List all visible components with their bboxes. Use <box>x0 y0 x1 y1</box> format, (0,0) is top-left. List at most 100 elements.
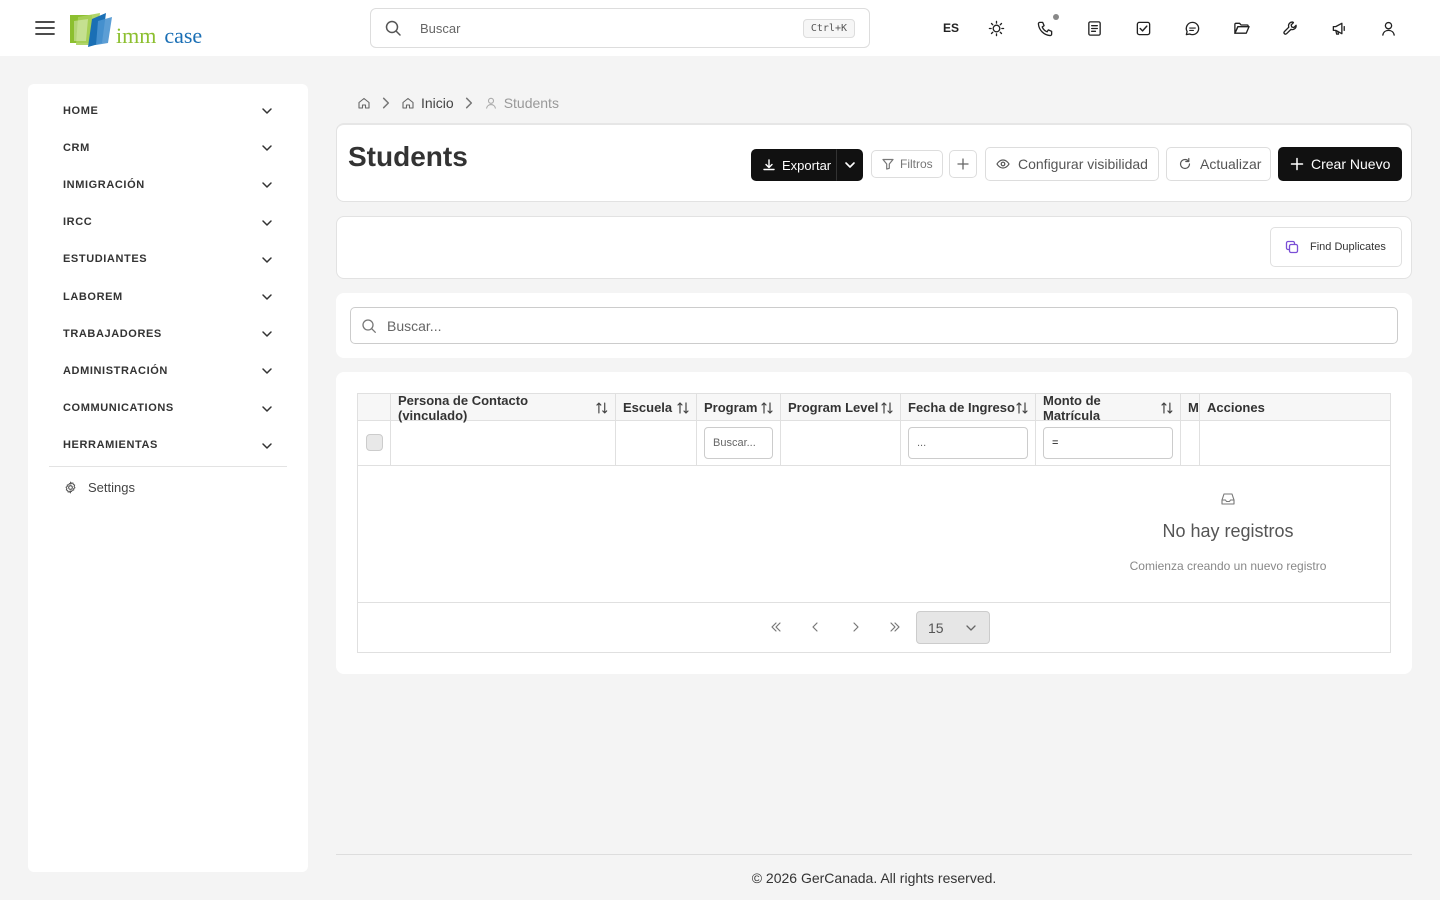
chevron-down-icon <box>844 162 855 168</box>
logo-text: imm case <box>116 23 203 48</box>
home-icon <box>402 97 414 109</box>
sidebar-item-label: LABOREM <box>63 290 123 303</box>
sidebar-item-trabajadores[interactable]: TRABAJADORES <box>28 315 308 352</box>
fecha-filter-input[interactable] <box>908 427 1028 459</box>
previous-page-button[interactable] <box>805 617 825 637</box>
phone-icon <box>1037 21 1053 36</box>
export-dropdown-button[interactable] <box>836 149 863 181</box>
tools-button[interactable] <box>1266 14 1315 42</box>
empty-state-title: No hay registros <box>1162 521 1294 541</box>
chevron-down-icon <box>262 294 272 300</box>
monto-filter-input[interactable] <box>1043 427 1173 459</box>
language-selector[interactable]: ES <box>930 21 972 35</box>
user-icon <box>1382 21 1395 36</box>
search-icon <box>385 20 401 36</box>
search-shortcut-badge: Ctrl+K <box>802 18 855 38</box>
sidebar-item-label: IRCC <box>63 216 93 229</box>
chevron-right-icon <box>853 622 859 632</box>
home-icon[interactable] <box>357 96 371 110</box>
select-all-checkbox[interactable] <box>366 434 383 451</box>
column-header-monto-matricula[interactable]: Monto de Matrícula <box>1036 393 1181 423</box>
filter-cell <box>616 421 697 466</box>
column-header-fecha-ingreso[interactable]: Fecha de Ingreso <box>901 394 1036 421</box>
column-label: Persona de Contacto (vinculado) <box>398 392 529 423</box>
sidebar-item-label: CRM <box>63 141 90 154</box>
sidebar-item-herramientas[interactable]: HERRAMIENTAS <box>28 427 308 464</box>
folder-button[interactable] <box>1217 14 1266 42</box>
page-header: Students Exportar Filtros Configurar vis… <box>336 123 1412 202</box>
export-button[interactable]: Exportar <box>751 149 837 181</box>
first-page-button[interactable] <box>766 617 786 637</box>
copyright-text: © 2026 GerCanada. All rights reserved. <box>751 870 997 886</box>
filter-icon <box>882 158 894 170</box>
global-search-input[interactable] <box>420 20 803 36</box>
filters-button[interactable]: Filtros <box>871 150 943 178</box>
global-search[interactable]: Ctrl+K <box>370 8 870 48</box>
menu-icon[interactable] <box>34 17 56 39</box>
table-header: Persona de Contacto (vinculado) Escuela … <box>358 392 1392 423</box>
sort-icon[interactable] <box>1160 401 1174 415</box>
refresh-button[interactable]: Actualizar <box>1166 147 1271 181</box>
sidebar-item-administracion[interactable]: ADMINISTRACIÓN <box>28 352 308 389</box>
add-filter-button[interactable] <box>949 150 977 178</box>
column-header-contacto[interactable]: Persona de Contacto (vinculado) <box>391 392 616 423</box>
chevron-right-icon <box>382 97 390 109</box>
sidebar-item-communications[interactable]: COMMUNICATIONS <box>28 390 308 427</box>
sort-icon[interactable] <box>676 401 690 415</box>
pagination: 15 <box>358 602 1390 653</box>
duplicates-panel: Find Duplicates <box>336 216 1412 279</box>
sidebar-item-settings[interactable]: Settings <box>28 467 308 509</box>
sidebar-item-inmigracion[interactable]: INMIGRACIÓN <box>28 166 308 203</box>
table-search-input[interactable] <box>387 317 1397 334</box>
last-page-button[interactable] <box>885 617 905 637</box>
chevron-down-icon <box>262 145 272 151</box>
sidebar-item-laborem[interactable]: LABOREM <box>28 278 308 315</box>
sort-icon[interactable] <box>880 401 894 415</box>
sidebar-item-label: ESTUDIANTES <box>63 253 148 266</box>
program-filter-input[interactable] <box>704 427 773 459</box>
create-new-label: Crear Nuevo <box>1311 156 1391 172</box>
column-header-escuela[interactable]: Escuela <box>616 394 697 421</box>
sidebar-item-crm[interactable]: CRM <box>28 129 308 166</box>
tasks-button[interactable] <box>1119 14 1168 42</box>
sidebar-item-ircc[interactable]: IRCC <box>28 204 308 241</box>
sort-icon[interactable] <box>595 401 609 415</box>
chat-button[interactable] <box>1168 14 1217 42</box>
wrench-icon <box>1283 20 1297 35</box>
logo-mark <box>70 13 114 47</box>
sidebar-item-home[interactable]: HOME <box>28 92 308 129</box>
sidebar-item-estudiantes[interactable]: ESTUDIANTES <box>28 241 308 278</box>
plus-icon <box>1290 157 1304 171</box>
next-page-button[interactable] <box>846 617 866 637</box>
theme-toggle[interactable] <box>972 14 1021 42</box>
eye-icon <box>996 159 1010 169</box>
top-actions: ES <box>930 14 1413 42</box>
find-duplicates-button[interactable]: Find Duplicates <box>1270 227 1402 267</box>
chevrons-right-icon <box>890 622 900 632</box>
column-header-program-level[interactable]: Program Level <box>781 394 901 421</box>
phone-button[interactable] <box>1021 14 1070 42</box>
page-size-select[interactable]: 15 <box>916 611 990 644</box>
announcements-button[interactable] <box>1315 14 1364 42</box>
gear-icon <box>65 481 76 494</box>
visibility-button[interactable]: Configurar visibilidad <box>985 147 1159 181</box>
chevron-down-icon <box>262 219 272 226</box>
column-header-acciones: Acciones <box>1200 394 1392 421</box>
column-label: Escuela <box>623 400 673 415</box>
sort-icon[interactable] <box>1015 401 1029 415</box>
column-header-m[interactable]: M <box>1181 394 1200 421</box>
sort-icon[interactable] <box>760 401 774 415</box>
create-new-button[interactable]: Crear Nuevo <box>1278 147 1402 181</box>
user-menu-button[interactable] <box>1364 14 1413 42</box>
select-column-header <box>358 394 391 421</box>
duplicate-icon <box>1285 240 1299 254</box>
notes-button[interactable] <box>1070 14 1119 42</box>
export-label: Exportar <box>782 157 832 173</box>
filter-cell <box>391 421 616 466</box>
app-logo[interactable]: imm case <box>70 11 202 47</box>
breadcrumb-inicio[interactable]: Inicio <box>421 95 454 111</box>
find-duplicates-label: Find Duplicates <box>1310 241 1386 253</box>
column-header-program[interactable]: Program <box>697 394 781 421</box>
plus-icon <box>957 158 969 170</box>
table-search[interactable] <box>350 307 1398 344</box>
